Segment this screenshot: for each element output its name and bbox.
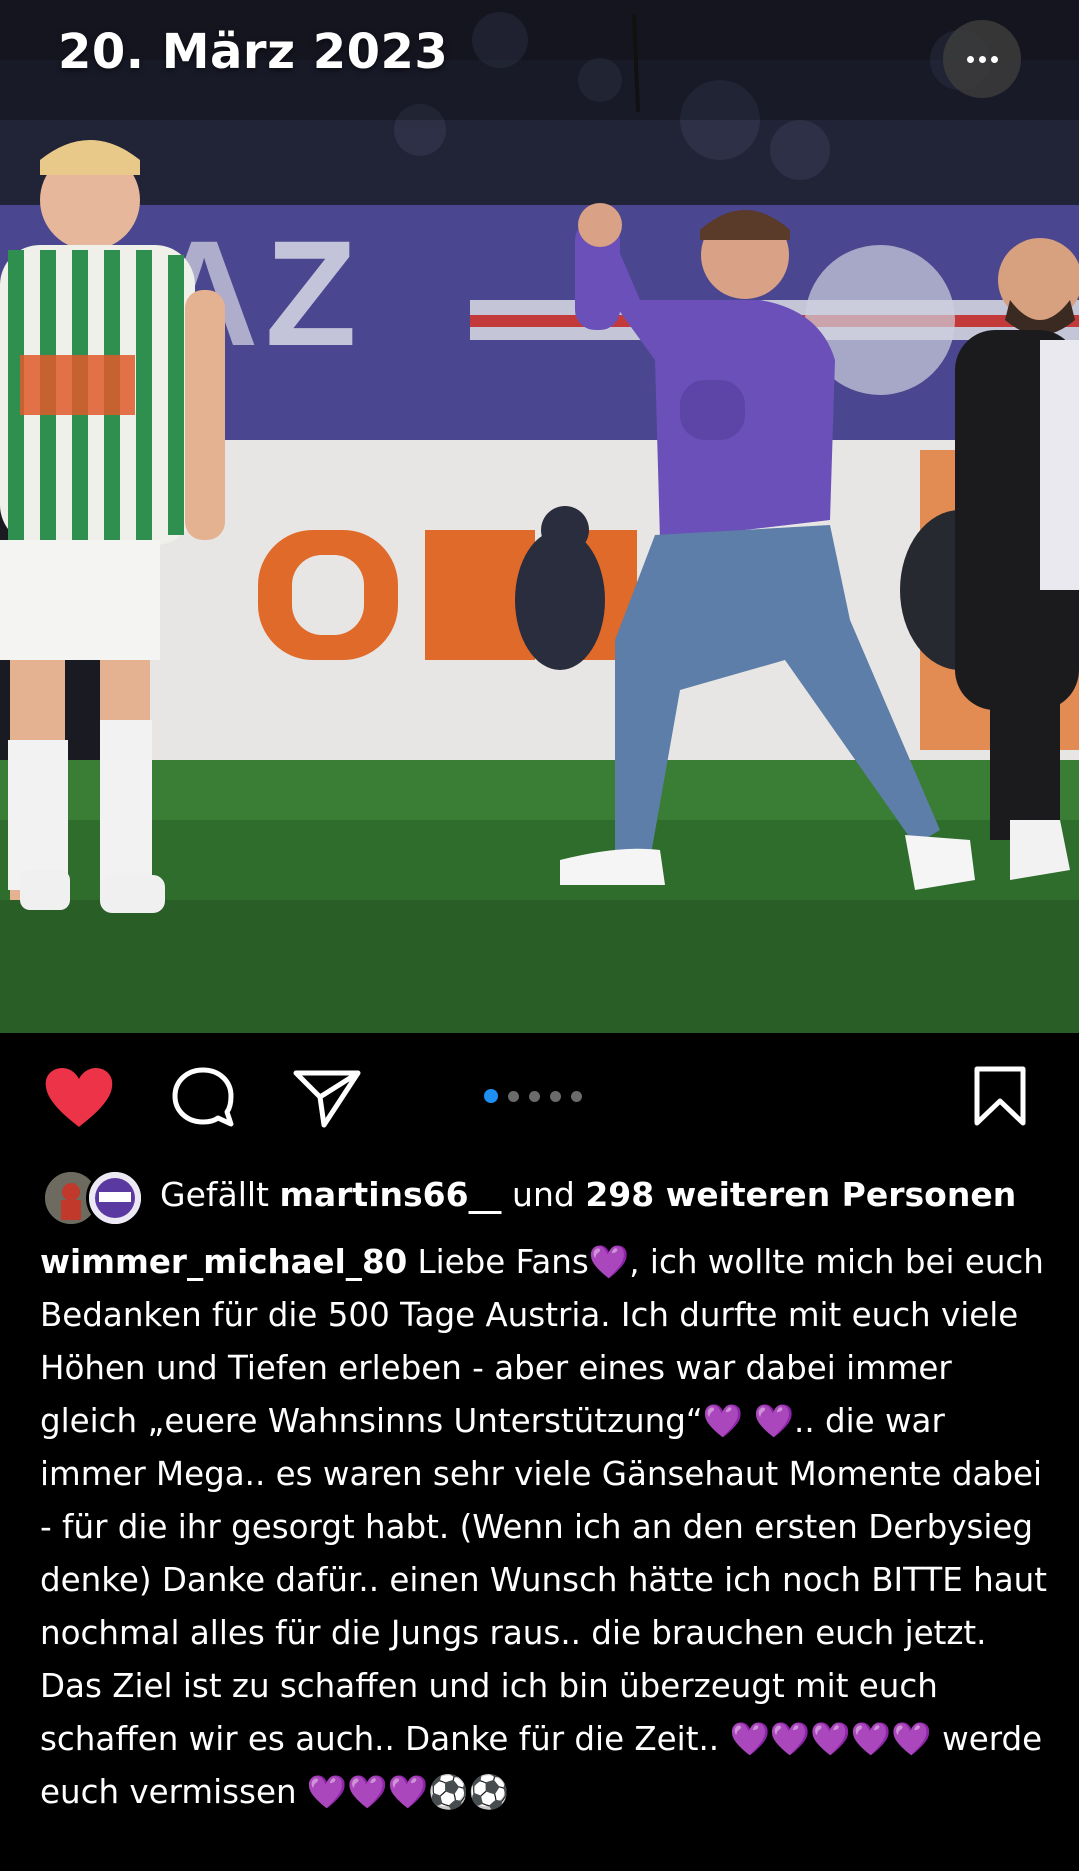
likes-middle: und [501, 1175, 586, 1214]
purple-heart-emoji: 💜 [753, 1402, 794, 1440]
caption-text-1: Liebe Fans [407, 1243, 589, 1281]
post-date: 20. März 2023 [58, 24, 449, 80]
carousel-dot [508, 1090, 519, 1102]
paper-plane-icon[interactable] [290, 1065, 364, 1131]
ellipsis-icon [966, 55, 974, 63]
likes-prefix: Gefällt [160, 1175, 280, 1214]
purple-heart-emoji: 💜 [588, 1243, 630, 1281]
stadium-photo: Z A [0, 0, 1079, 1033]
carousel-dot [550, 1090, 561, 1102]
post-caption: wimmer_michael_80 Liebe Fans💜, ich wollt… [40, 1236, 1050, 1819]
post-photo[interactable]: Z A [0, 0, 1079, 1033]
liker-username[interactable]: martins66__ [279, 1175, 501, 1214]
more-options-button[interactable] [943, 20, 1021, 98]
comment-bubble-icon[interactable] [170, 1065, 236, 1131]
purple-hearts-emoji: 💜💜💜 [306, 1773, 429, 1811]
purple-hearts-emoji: 💜💜💜💜💜 [729, 1720, 932, 1758]
soccer-ball-emoji: ⚽⚽ [428, 1773, 510, 1811]
carousel-dot [484, 1089, 498, 1103]
caption-text-3: .. die war immer Mega.. es waren sehr vi… [40, 1402, 1047, 1758]
purple-heart-emoji: 💜 [702, 1402, 744, 1440]
carousel-indicator [484, 1089, 582, 1103]
bookmark-icon[interactable] [970, 1063, 1030, 1129]
avatar[interactable] [86, 1169, 144, 1227]
caption-username[interactable]: wimmer_michael_80 [40, 1243, 407, 1281]
likes-row[interactable]: Gefällt martins66__ und 298 weiteren Per… [0, 1163, 1079, 1229]
post-action-bar [0, 1033, 1079, 1163]
carousel-dot [571, 1090, 582, 1102]
carousel-dot [529, 1090, 540, 1102]
likes-summary: Gefällt martins66__ und 298 weiteren Per… [160, 1175, 1016, 1214]
likes-count[interactable]: 298 weiteren Personen [585, 1175, 1016, 1214]
svg-text:Z: Z [265, 209, 357, 377]
heart-filled-icon[interactable] [42, 1065, 116, 1131]
